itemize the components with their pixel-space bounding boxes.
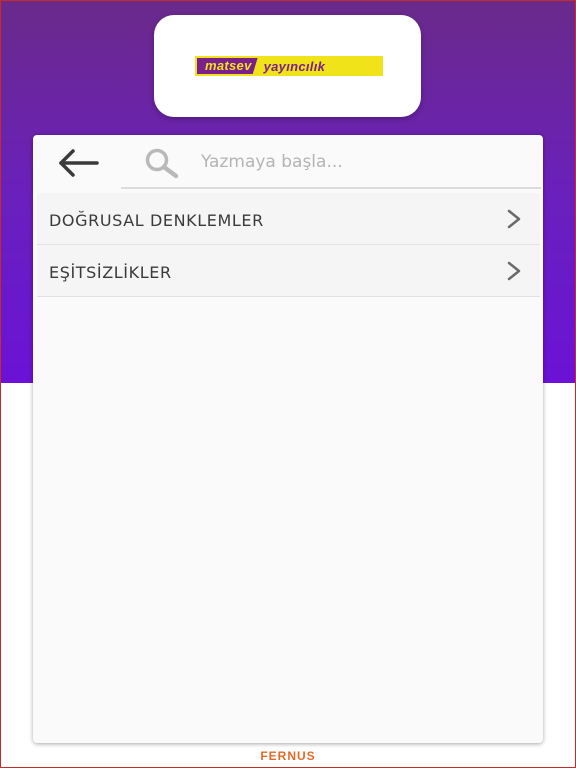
chevron-right-icon [507, 209, 521, 229]
back-button[interactable] [55, 147, 101, 179]
search-input[interactable] [201, 149, 521, 175]
fernus-footer-logo: FERNUS [260, 749, 316, 763]
chevron-right-icon [507, 261, 521, 281]
logo-text-matsev: matsev [197, 58, 258, 74]
list-item-label: EŞİTSİZLİKLER [49, 263, 172, 282]
search-icon [145, 148, 179, 179]
list-item-dogrusal-denklemler[interactable]: DOĞRUSAL DENKLEMLER [37, 193, 540, 245]
content-panel: DOĞRUSAL DENKLEMLER EŞİTSİZLİKLER [33, 135, 543, 743]
list-item-label: DOĞRUSAL DENKLEMLER [49, 211, 264, 230]
list-item-esitsizlikler[interactable]: EŞİTSİZLİKLER [37, 245, 540, 297]
logo-text-yayincilik: yayıncılık [263, 58, 326, 74]
search-field[interactable] [121, 135, 541, 189]
matsev-logo: matsev yayıncılık [195, 56, 383, 76]
arrow-left-icon [59, 149, 99, 177]
logo-card: matsev yayıncılık [154, 15, 421, 117]
search-bar [33, 135, 543, 193]
topic-list: DOĞRUSAL DENKLEMLER EŞİTSİZLİKLER [37, 193, 540, 297]
